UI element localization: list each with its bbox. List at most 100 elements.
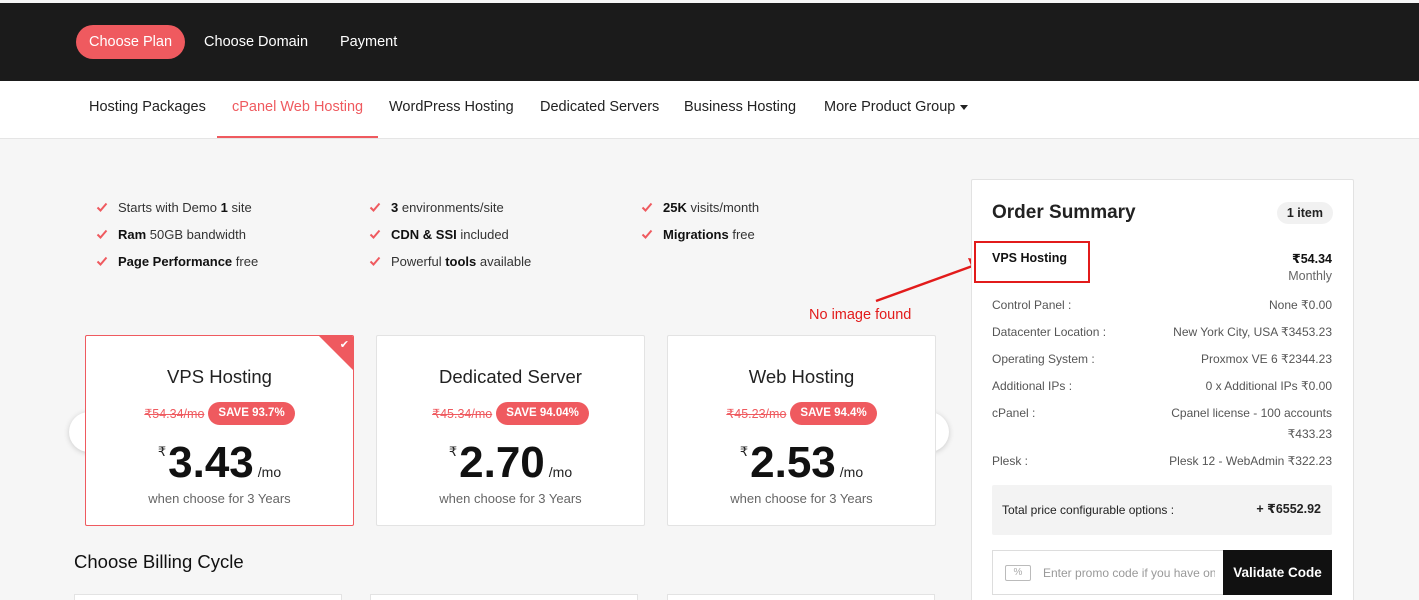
feature-item: Powerful tools available [369,254,531,269]
check-icon [96,256,108,266]
plan-discount-row: ₹45.23/mo SAVE 94.4% [668,402,935,425]
feature-text: free [232,254,259,269]
checkout-steps: Choose Plan Choose Domain Payment [76,25,416,59]
feature-text: site [227,200,252,215]
feature-text: visits/month [686,200,760,215]
check-icon [96,229,108,239]
feature-bold: 1 [220,200,228,215]
check-icon [369,256,381,266]
option-label: Datacenter Location : [992,325,1107,339]
plan-title: Dedicated Server [439,366,582,387]
plan-amount: 3.43 [168,438,254,487]
plan-title: VPS Hosting [167,366,272,387]
order-summary-title: Order Summary [992,202,1136,223]
validate-code-button[interactable]: Validate Code [1223,550,1332,595]
plan-currency: ₹ [448,444,458,459]
top-step-bar: Choose Plan Choose Domain Payment [0,3,1419,81]
promo-code-input[interactable] [1043,563,1215,583]
tab-cpanel-web-hosting[interactable]: cPanel Web Hosting [217,81,379,138]
feature-text: included [456,227,509,242]
plan-old-price: ₹45.23/mo [726,407,787,421]
plan-discount-row: ₹45.34/mo SAVE 94.04% [377,402,644,425]
check-icon [96,202,108,212]
check-icon [369,229,381,239]
plan-price: ₹ 2.53 /mo [668,438,935,488]
billing-option[interactable] [667,594,935,600]
plan-save-badge: SAVE 94.4% [790,402,877,425]
caret-down-icon [960,104,969,110]
check-icon [369,202,381,212]
feature-bold: tools [445,254,477,269]
option-label: Plesk : [992,454,1029,468]
plan-discount-row: ₹54.34/mo SAVE 93.7% [86,402,353,425]
coupon-icon: % [1005,565,1031,581]
feature-item: Starts with Demo 1 site [96,200,252,215]
plan-old-price: ₹45.34/mo [432,407,493,421]
feature-text: free [728,227,755,242]
option-value: Plesk 12 - WebAdmin ₹322.23 [1169,454,1332,468]
feature-item: CDN & SSI included [369,227,509,242]
plan-card-web-hosting[interactable]: Web Hosting ₹45.23/mo SAVE 94.4% ₹ 2.53 … [667,335,936,526]
plan-save-badge: SAVE 94.04% [496,402,589,425]
tab-more-product-group[interactable]: More Product Group [824,81,969,138]
feature-item: 25K visits/month [641,200,759,215]
plan-currency: ₹ [157,444,167,459]
feature-text: environments/site [398,200,504,215]
check-icon [641,202,653,212]
plan-period: /mo [839,464,864,480]
tab-business-hosting[interactable]: Business Hosting [684,81,796,138]
feature-text: Powerful [391,254,446,269]
total-configurable-box: Total price configurable options : + ₹65… [992,485,1332,535]
feature-item: Page Performance free [96,254,258,269]
feature-item: 3 environments/site [369,200,504,215]
plan-period: /mo [257,464,282,480]
billing-option[interactable] [370,594,638,600]
option-value: Cpanel license - 100 accounts [1171,406,1332,420]
step-choose-domain[interactable]: Choose Domain [191,25,321,59]
no-image-annotation: No image found [809,307,912,323]
option-label: Control Panel : [992,298,1072,312]
feature-item: Migrations free [641,227,755,242]
feature-bold: Ram [118,227,147,242]
plan-currency: ₹ [739,444,749,459]
plan-save-badge: SAVE 93.7% [208,402,295,425]
option-value: None ₹0.00 [1268,298,1332,312]
option-value: Proxmox VE 6 ₹2344.23 [1200,352,1332,366]
feature-bold: 25K [663,200,687,215]
tab-hosting-packages[interactable]: Hosting Packages [89,81,206,138]
feature-bold: Page Performance [118,254,233,269]
plan-price: ₹ 2.70 /mo [377,438,644,488]
plan-amount: 2.53 [750,438,836,487]
plan-card-vps-hosting[interactable]: ✔ VPS Hosting ₹54.34/mo SAVE 93.7% ₹ 3.4… [85,335,354,526]
total-label: Total price configurable options : [1002,503,1175,517]
step-choose-plan[interactable]: Choose Plan [76,25,186,59]
billing-cycle-title: Choose Billing Cycle [74,551,244,572]
summary-product-name: VPS Hosting [992,251,1068,265]
plan-amount: 2.70 [459,438,545,487]
tab-wordpress-hosting[interactable]: WordPress Hosting [389,81,514,138]
tab-dedicated-servers[interactable]: Dedicated Servers [540,81,659,138]
promo-code-field: % [992,550,1224,595]
option-label: cPanel : [992,406,1036,420]
feature-text: Starts with Demo [118,200,221,215]
step-payment[interactable]: Payment [327,25,410,59]
option-label: Additional IPs : [992,379,1073,393]
feature-text: 50GB bandwidth [146,227,246,242]
plan-price: ₹ 3.43 /mo [86,438,353,488]
plan-card-dedicated-server[interactable]: Dedicated Server ₹45.34/mo SAVE 94.04% ₹… [376,335,645,526]
product-group-nav: Hosting Packages cPanel Web Hosting Word… [0,81,1419,139]
total-value: + ₹6552.92 [1256,502,1321,516]
option-label: Operating System : [992,352,1095,366]
option-value: ₹433.23 [1287,427,1332,441]
plan-note: when choose for 3 Years [730,491,873,506]
plan-note: when choose for 3 Years [148,491,291,506]
plan-note: when choose for 3 Years [439,491,582,506]
summary-product-price: ₹54.34 [1292,252,1332,266]
check-icon: ✔ [339,339,349,351]
plan-title: Web Hosting [748,366,855,387]
feature-item: Ram 50GB bandwidth [96,227,246,242]
billing-option[interactable] [74,594,342,600]
feature-bold: CDN & SSI [391,227,457,242]
plan-old-price: ₹54.34/mo [144,407,205,421]
plan-period: /mo [548,464,573,480]
